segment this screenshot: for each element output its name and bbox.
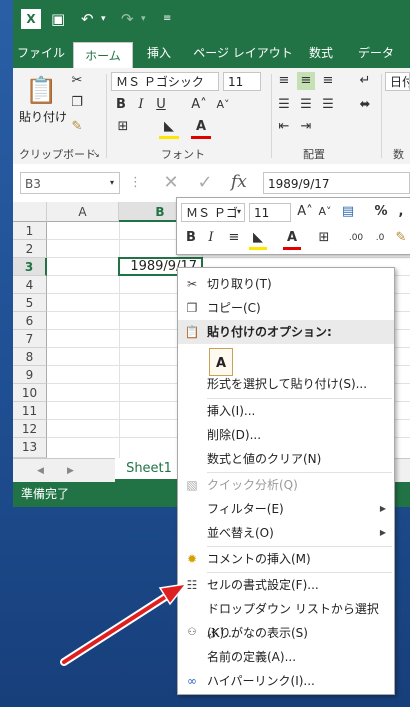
annotation-arrow-shaft xyxy=(62,592,172,664)
annotation-arrow xyxy=(60,582,188,666)
